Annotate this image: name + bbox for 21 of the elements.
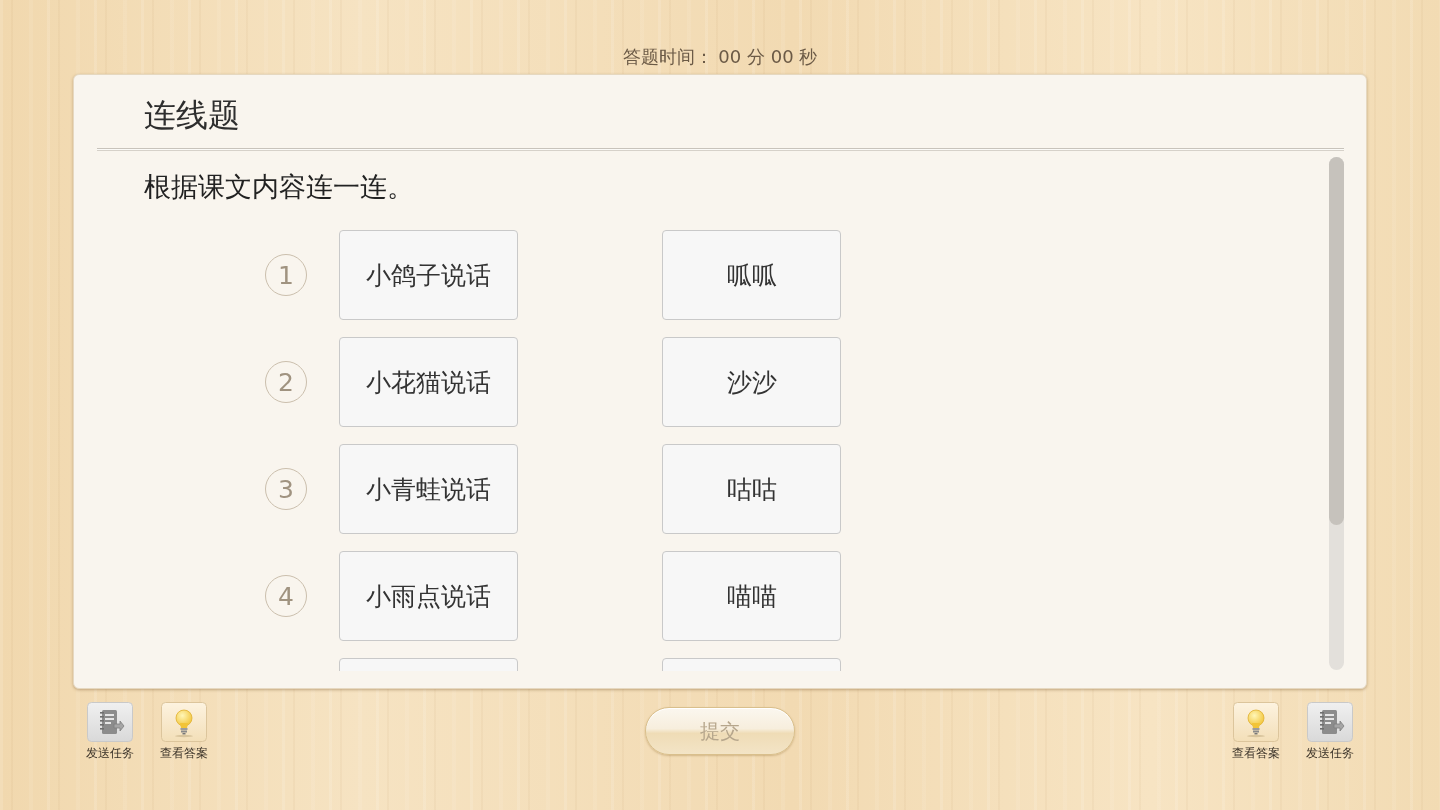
scrollbar-thumb[interactable] — [1329, 157, 1344, 525]
send-task-button[interactable]: 发送任务 — [82, 702, 138, 760]
match-option[interactable]: 咕咕 — [662, 444, 841, 534]
notebook-icon — [1307, 702, 1353, 742]
view-answer-button[interactable]: 查看答案 — [1228, 702, 1284, 760]
lightbulb-icon — [1233, 702, 1279, 742]
lightbulb-icon — [161, 702, 207, 742]
match-option[interactable]: 呱呱 — [662, 230, 841, 320]
question-type-title: 连线题 — [144, 95, 241, 135]
notebook-icon — [87, 702, 133, 742]
scrollbar-track[interactable] — [1329, 157, 1344, 670]
view-answer-button[interactable]: 查看答案 — [156, 702, 212, 760]
match-option[interactable]: 沙沙 — [662, 337, 841, 427]
question-instruction: 根据课文内容连一连。 — [143, 170, 415, 204]
match-option[interactable]: 小雨点说话 — [339, 551, 518, 641]
send-task-button[interactable]: 发送任务 — [1302, 702, 1358, 760]
match-option[interactable]: 小青蛙说话 — [339, 444, 518, 534]
match-option[interactable]: 小鸽子说话 — [339, 230, 518, 320]
answer-timer: 答题时间： 00 分 00 秒 — [622, 46, 818, 67]
match-option[interactable]: 小花猫说话 — [339, 337, 518, 427]
match-option[interactable]: 喵喵 — [662, 551, 841, 641]
